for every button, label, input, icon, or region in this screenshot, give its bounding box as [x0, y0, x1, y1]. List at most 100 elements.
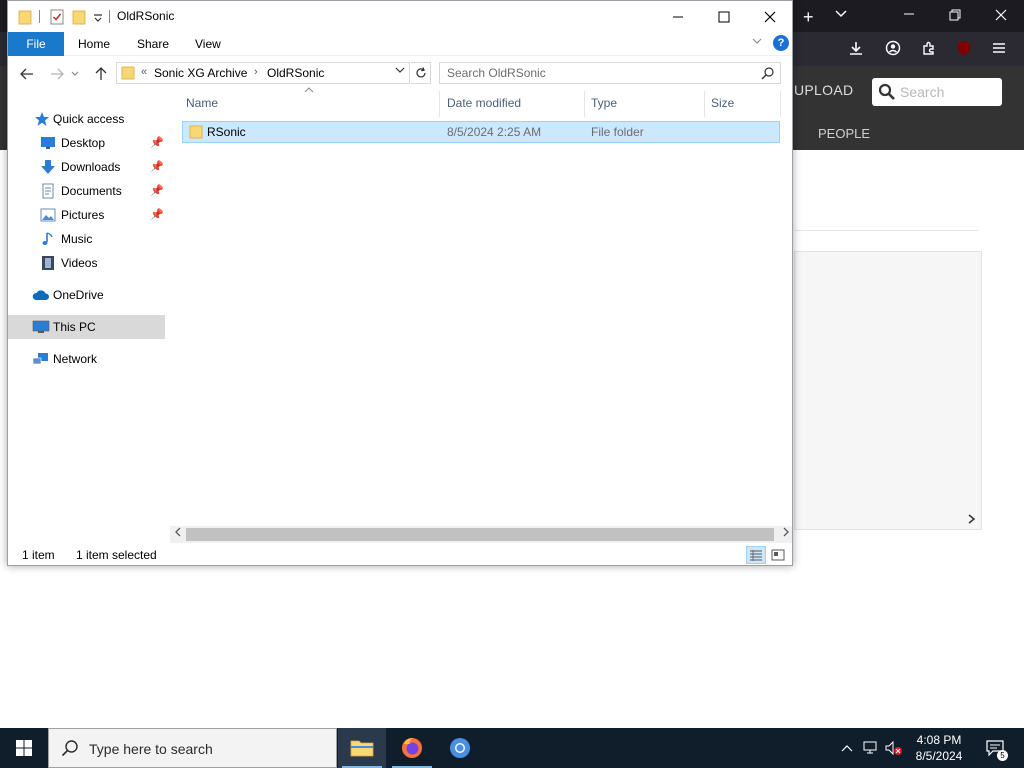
up-button[interactable]: [92, 65, 110, 83]
column-divider[interactable]: [704, 91, 705, 117]
browser-restore-icon[interactable]: [949, 9, 961, 24]
table-row[interactable]: RSonic 8/5/2024 2:25 AM File folder: [182, 121, 780, 143]
scrollbar-thumb[interactable]: [186, 528, 774, 541]
column-header-date[interactable]: Date modified: [447, 96, 521, 110]
selection-count: 1 item selected: [76, 548, 157, 562]
column-header-size[interactable]: Size: [711, 96, 734, 110]
new-tab-icon[interactable]: +: [803, 7, 814, 28]
taskbar-chromium[interactable]: [436, 728, 484, 768]
taskbar: Type here to search 4:08 PM 8/5/2024 5: [0, 728, 1024, 768]
tab-file[interactable]: File: [8, 32, 64, 56]
nav-item-videos[interactable]: Videos: [8, 251, 165, 275]
column-divider[interactable]: [780, 91, 781, 117]
nav-item-quick-access[interactable]: Quick access: [8, 107, 165, 131]
account-icon[interactable]: [885, 40, 901, 59]
action-center-button[interactable]: 5: [980, 728, 1010, 768]
nav-item-desktop[interactable]: Desktop 📌: [8, 131, 165, 155]
hamburger-menu-icon[interactable]: [992, 41, 1006, 58]
nav-label: Music: [61, 232, 93, 246]
expand-ribbon-chevron-icon[interactable]: [752, 36, 762, 48]
column-header-type[interactable]: Type: [591, 96, 617, 110]
nav-item-pictures[interactable]: Pictures 📌: [8, 203, 165, 227]
customize-toolbar-chevron-icon[interactable]: [93, 12, 103, 26]
column-divider[interactable]: [584, 91, 585, 117]
nav-item-this-pc[interactable]: This PC: [8, 315, 165, 339]
extensions-puzzle-icon[interactable]: [921, 40, 937, 59]
browser-close-icon[interactable]: [995, 9, 1007, 24]
taskbar-file-explorer[interactable]: [338, 728, 386, 768]
new-folder-icon[interactable]: [72, 9, 86, 28]
window-title: OldRSonic: [117, 9, 175, 23]
content-divider: [794, 230, 978, 231]
breadcrumb-overflow[interactable]: «: [141, 66, 147, 78]
search-icon: [761, 66, 775, 83]
downloads-icon[interactable]: [848, 40, 864, 59]
refresh-button[interactable]: [411, 62, 431, 84]
recent-locations-button[interactable]: [69, 65, 81, 83]
horizontal-scrollbar[interactable]: [170, 526, 792, 543]
tab-home[interactable]: Home: [78, 32, 110, 56]
system-clock[interactable]: 4:08 PM 8/5/2024: [902, 732, 976, 764]
tab-share[interactable]: Share: [137, 32, 169, 56]
forward-button[interactable]: [48, 65, 66, 83]
nav-label: Videos: [61, 256, 98, 270]
file-explorer-window: OldRSonic File Home Share View ? « Sonic…: [7, 0, 793, 566]
large-icons-view-icon: [771, 549, 785, 561]
status-bar: 1 item 1 item selected: [8, 543, 792, 567]
nav-label: Desktop: [61, 136, 106, 150]
address-bar[interactable]: « Sonic XG Archive › OldRSonic: [116, 62, 410, 84]
scroll-left-icon[interactable]: [174, 527, 182, 540]
column-divider[interactable]: [439, 91, 440, 117]
breadcrumb-item[interactable]: OldRSonic: [267, 66, 324, 80]
site-search-input[interactable]: Search: [872, 78, 1002, 106]
nav-item-network[interactable]: Network: [8, 347, 165, 371]
nav-item-onedrive[interactable]: OneDrive: [8, 283, 165, 307]
upload-link[interactable]: UPLOAD: [794, 82, 853, 98]
ribbon-tabs: File Home Share View: [8, 32, 792, 56]
scroll-right-icon[interactable]: [782, 527, 790, 540]
properties-icon[interactable]: [50, 9, 64, 28]
taskbar-firefox[interactable]: [388, 728, 436, 768]
chevron-up-icon: [841, 745, 853, 752]
computer-icon: [32, 319, 50, 335]
nav-item-downloads[interactable]: Downloads 📌: [8, 155, 165, 179]
back-button[interactable]: [18, 65, 36, 83]
close-button[interactable]: [747, 1, 793, 32]
clock-time: 4:08 PM: [916, 733, 962, 747]
minimize-button[interactable]: [655, 1, 701, 32]
tab-view[interactable]: View: [195, 32, 221, 56]
details-view-button[interactable]: [746, 546, 766, 564]
network-tray-button[interactable]: [860, 728, 882, 768]
sort-ascending-icon: [304, 85, 314, 96]
column-header-name[interactable]: Name: [186, 96, 218, 110]
breadcrumb-item[interactable]: Sonic XG Archive: [154, 66, 247, 80]
navigation-pane: Quick access Desktop 📌 Downloads 📌 Docum…: [8, 99, 168, 539]
nav-item-documents[interactable]: Documents 📌: [8, 179, 165, 203]
arrow-left-icon: [20, 68, 33, 80]
tab-list-chevron-icon[interactable]: [834, 6, 848, 23]
titlebar-separator: [109, 10, 110, 23]
film-icon: [40, 255, 56, 271]
volume-button[interactable]: [884, 728, 904, 768]
nav-label: This PC: [53, 320, 96, 334]
large-icons-view-button[interactable]: [768, 546, 788, 564]
chevron-right-icon[interactable]: [968, 513, 976, 527]
help-icon[interactable]: ?: [773, 35, 789, 51]
ublock-shield-icon[interactable]: [956, 40, 972, 59]
search-input[interactable]: Search OldRSonic: [439, 62, 781, 84]
breadcrumb-chevron-icon[interactable]: ›: [254, 66, 258, 78]
browser-minimize-icon[interactable]: [903, 8, 915, 23]
address-dropdown-chevron-icon[interactable]: [395, 66, 405, 77]
show-hidden-icons-button[interactable]: [838, 728, 856, 768]
download-arrow-icon: [40, 159, 56, 175]
document-icon: [40, 183, 56, 199]
cloud-icon: [32, 287, 50, 303]
taskbar-search-input[interactable]: Type here to search: [48, 728, 337, 768]
people-link[interactable]: PEOPLE: [818, 126, 870, 141]
network-icon: [32, 351, 48, 367]
start-button[interactable]: [0, 728, 48, 768]
nav-item-music[interactable]: Music: [8, 227, 165, 251]
maximize-button[interactable]: [701, 1, 747, 32]
folder-icon: [121, 66, 135, 83]
explorer-titlebar: OldRSonic: [8, 1, 792, 32]
